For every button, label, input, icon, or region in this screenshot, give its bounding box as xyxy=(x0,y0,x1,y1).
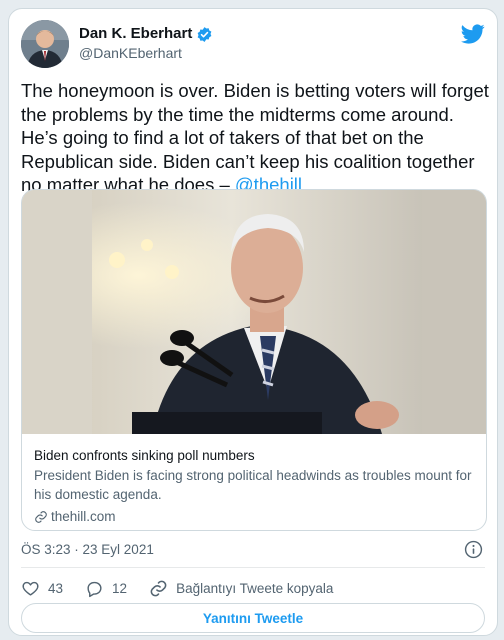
link-icon xyxy=(35,510,47,523)
timestamp-row: ÖS 3:23 · 23 Eyl 2021 xyxy=(21,539,485,561)
divider xyxy=(21,567,485,568)
tweet-embed-card: Dan K. Eberhart @DanKEberhart The honeym… xyxy=(8,8,498,636)
tweet-text: The honeymoon is over. Biden is betting … xyxy=(21,79,491,197)
link-preview-meta: Biden confronts sinking poll numbers Pre… xyxy=(34,446,474,526)
heart-icon xyxy=(22,581,39,596)
link-preview-image[interactable] xyxy=(22,190,487,434)
link-title[interactable]: Biden confronts sinking poll numbers xyxy=(34,446,474,465)
tweet-header: Dan K. Eberhart @DanKEberhart xyxy=(21,20,485,68)
link-description: President Biden is facing strong politic… xyxy=(34,468,472,502)
author-names: Dan K. Eberhart @DanKEberhart xyxy=(79,24,213,62)
verified-badge-icon xyxy=(197,26,212,42)
copy-link-icon xyxy=(150,580,167,596)
link-domain-row: thehill.com xyxy=(34,507,474,526)
link-domain: thehill.com xyxy=(51,509,116,524)
like-count: 43 xyxy=(48,580,64,596)
tweet-timestamp[interactable]: ÖS 3:23 · 23 Eyl 2021 xyxy=(21,542,154,557)
info-icon[interactable] xyxy=(464,540,483,559)
reply-action-button[interactable]: 12 xyxy=(85,579,127,598)
reply-icon xyxy=(87,581,102,597)
twitter-bird-icon[interactable] xyxy=(461,22,485,46)
avatar[interactable] xyxy=(21,20,69,68)
author-display-name[interactable]: Dan K. Eberhart xyxy=(79,24,192,44)
author-handle[interactable]: @DanKEberhart xyxy=(79,44,213,62)
copy-link-label: Bağlantıyı Tweete kopyala xyxy=(176,580,334,596)
reply-count: 12 xyxy=(112,580,128,596)
like-button[interactable]: 43 xyxy=(21,579,63,598)
link-preview-card[interactable]: Biden confronts sinking poll numbers Pre… xyxy=(21,189,487,531)
copy-link-button[interactable]: Bağlantıyı Tweete kopyala xyxy=(149,579,333,598)
author-display-name-row[interactable]: Dan K. Eberhart xyxy=(79,24,213,44)
tweet-actions: 43 12 Bağlantıyı Tweete kopyala xyxy=(21,575,355,601)
reply-tweet-button[interactable]: Yanıtını Tweetle xyxy=(21,603,485,633)
